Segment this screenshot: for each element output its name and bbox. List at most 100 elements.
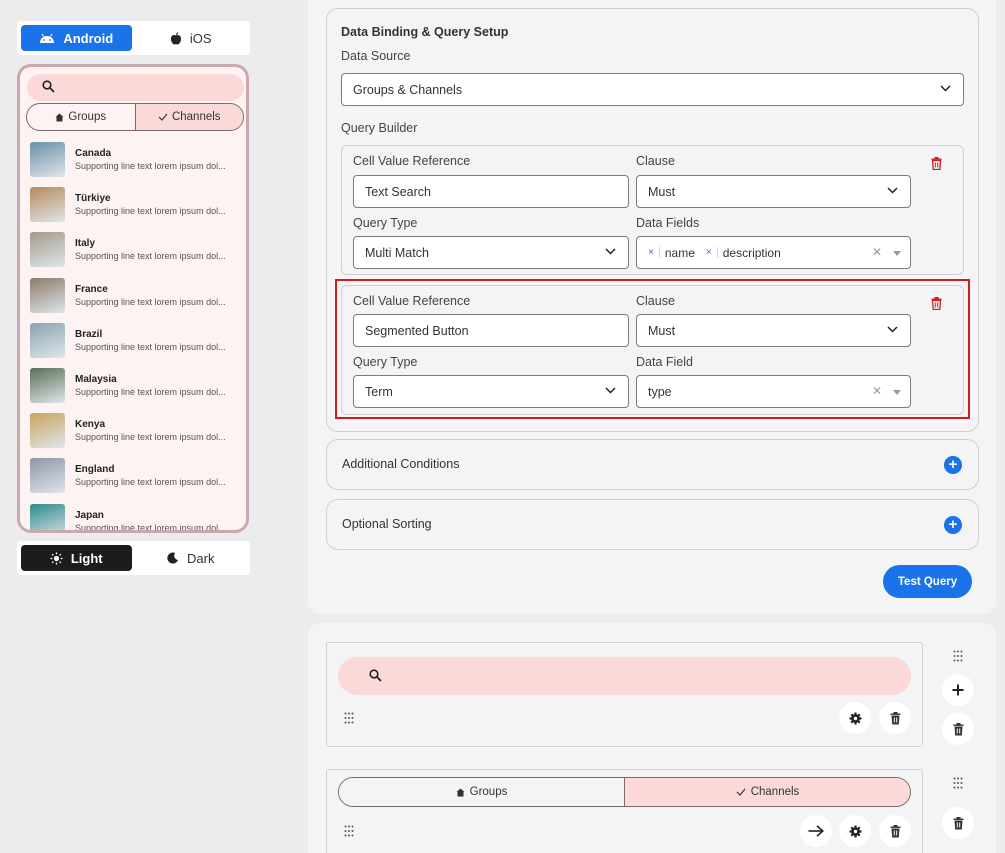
data-fields-label: Data Fields xyxy=(636,216,700,230)
query-type-value: Term xyxy=(365,384,393,399)
list-item[interactable]: Malaysia Supporting line text lorem ipsum… xyxy=(20,363,246,408)
moon-icon xyxy=(167,552,179,564)
additional-conditions-section[interactable]: Additional Conditions + xyxy=(326,439,979,490)
list-item[interactable]: England Supporting line text lorem ipsum … xyxy=(20,453,246,498)
trash-icon xyxy=(890,824,900,837)
query-type-select[interactable]: Term xyxy=(353,375,629,408)
delete-query-icon[interactable] xyxy=(931,157,942,170)
list-item-title: England xyxy=(75,464,115,476)
remove-chip-icon[interactable]: × xyxy=(643,247,660,258)
data-field-value: type xyxy=(648,384,672,399)
chip-label: description xyxy=(722,245,781,260)
segment-groups-label: Groups xyxy=(469,786,508,798)
list-item-title: Japan xyxy=(75,509,104,521)
data-fields-multiselect[interactable]: × name × description ✕ xyxy=(636,236,911,269)
list-item-subtitle: Supporting line text lorem ipsum dol... xyxy=(75,387,226,398)
data-source-label: Data Source xyxy=(341,49,411,63)
query-builder-label: Query Builder xyxy=(341,121,418,135)
light-label: Light xyxy=(70,550,103,566)
delete-button[interactable] xyxy=(879,702,911,734)
delete-button[interactable] xyxy=(879,815,911,847)
link-button[interactable] xyxy=(800,815,832,847)
list-item[interactable]: Brazil Supporting line text lorem ipsum d… xyxy=(20,318,246,363)
android-button[interactable]: Android xyxy=(21,25,132,51)
drag-handle-icon[interactable] xyxy=(344,712,354,724)
dark-label: Dark xyxy=(187,550,215,566)
clear-icon[interactable]: ✕ xyxy=(872,384,882,398)
delete-component-button[interactable] xyxy=(942,713,974,745)
dark-button[interactable]: Dark xyxy=(136,545,247,571)
data-field-select[interactable]: type ✕ xyxy=(636,375,911,408)
test-query-button[interactable]: Test Query xyxy=(883,565,972,598)
add-circle-icon[interactable]: + xyxy=(944,456,962,474)
list-item[interactable]: Canada Supporting line text lorem ipsum d… xyxy=(20,137,246,182)
cell-ref-input[interactable]: Segmented Button xyxy=(353,314,629,347)
clause-select[interactable]: Must xyxy=(636,314,911,347)
list-item[interactable]: Kenya Supporting line text lorem ipsum do… xyxy=(20,408,246,453)
preview-segment-groups[interactable]: Groups xyxy=(27,104,135,130)
remove-chip-icon[interactable]: × xyxy=(701,247,718,258)
thumbnail-image xyxy=(30,458,65,494)
apple-icon xyxy=(170,31,181,44)
clause-label: Clause xyxy=(636,154,675,168)
list-item-text: Japan Supporting line text lorem ipsum do… xyxy=(75,509,226,533)
list-item-title: Kenya xyxy=(75,419,106,431)
data-source-value: Groups & Channels xyxy=(353,82,463,97)
android-label: Android xyxy=(63,30,114,46)
list-item-title: Brazil xyxy=(75,328,103,340)
list-item[interactable]: Japan Supporting line text lorem ipsum do… xyxy=(20,499,246,533)
optional-sorting-section[interactable]: Optional Sorting + xyxy=(326,499,979,550)
preview-segment-channels[interactable]: Channels xyxy=(134,104,243,130)
data-field-label: Data Field xyxy=(636,355,693,369)
settings-button[interactable] xyxy=(839,702,871,734)
field-chip: × description xyxy=(701,246,781,260)
drag-handle-icon[interactable] xyxy=(953,777,963,789)
search-bar-component[interactable] xyxy=(338,657,911,695)
trash-icon xyxy=(953,816,963,829)
query-type-select[interactable]: Multi Match xyxy=(353,236,629,269)
list-item-title: France xyxy=(75,283,108,295)
list-item-text: France Supporting line text lorem ipsum d… xyxy=(75,283,226,308)
delete-component-button[interactable] xyxy=(942,807,974,839)
add-circle-icon[interactable]: + xyxy=(944,516,962,534)
cell-ref-label: Cell Value Reference xyxy=(353,154,471,168)
list-item-subtitle: Supporting line text lorem ipsum dol... xyxy=(75,432,226,443)
preview-search-bar[interactable] xyxy=(27,74,244,101)
cell-ref-input[interactable]: Text Search xyxy=(353,175,629,208)
ios-button[interactable]: iOS xyxy=(136,25,247,51)
thumbnail-image xyxy=(30,322,65,358)
caret-down-icon[interactable] xyxy=(893,251,901,256)
list-item[interactable]: Türkiye Supporting line text lorem ipsum … xyxy=(20,182,246,227)
preview-segment-groups-label: Groups xyxy=(68,111,107,123)
chevron-down-icon xyxy=(887,187,898,194)
settings-button[interactable] xyxy=(839,815,871,847)
caret-down-icon[interactable] xyxy=(893,390,901,395)
list-item[interactable]: Italy Supporting line text lorem ipsum do… xyxy=(20,227,246,272)
data-binding-title: Data Binding & Query Setup xyxy=(341,25,509,39)
field-chip: × name xyxy=(643,246,695,260)
list-item[interactable]: France Supporting line text lorem ipsum d… xyxy=(20,273,246,318)
list-item-title: Canada xyxy=(75,148,112,160)
thumbnail-image xyxy=(30,232,65,268)
clear-icon[interactable]: ✕ xyxy=(872,245,882,259)
segment-channels[interactable]: Channels xyxy=(624,778,910,806)
list-item-text: England Supporting line text lorem ipsum … xyxy=(75,463,226,488)
delete-query-icon[interactable] xyxy=(931,297,942,310)
clause-select[interactable]: Must xyxy=(636,175,911,208)
list-item-text: Italy Supporting line text lorem ipsum do… xyxy=(75,237,226,262)
add-component-button[interactable] xyxy=(942,674,974,706)
list-item-text: Canada Supporting line text lorem ipsum d… xyxy=(75,147,226,172)
drag-handle-icon[interactable] xyxy=(953,650,963,662)
theme-toggle: Light Dark xyxy=(17,541,250,575)
list-item-subtitle: Supporting line text lorem ipsum dol... xyxy=(75,522,226,533)
clause-value: Must xyxy=(648,184,676,199)
segment-groups[interactable]: Groups xyxy=(339,778,624,806)
clause-value: Must xyxy=(648,323,676,338)
data-source-select[interactable]: Groups & Channels xyxy=(341,73,964,106)
query-type-value: Multi Match xyxy=(365,245,429,260)
drag-handle-icon[interactable] xyxy=(344,825,354,837)
light-button[interactable]: Light xyxy=(21,545,132,571)
list-item-subtitle: Supporting line text lorem ipsum dol... xyxy=(75,251,226,262)
list-item-title: Türkiye xyxy=(75,193,111,205)
list-item-subtitle: Supporting line text lorem ipsum dol... xyxy=(75,206,226,217)
